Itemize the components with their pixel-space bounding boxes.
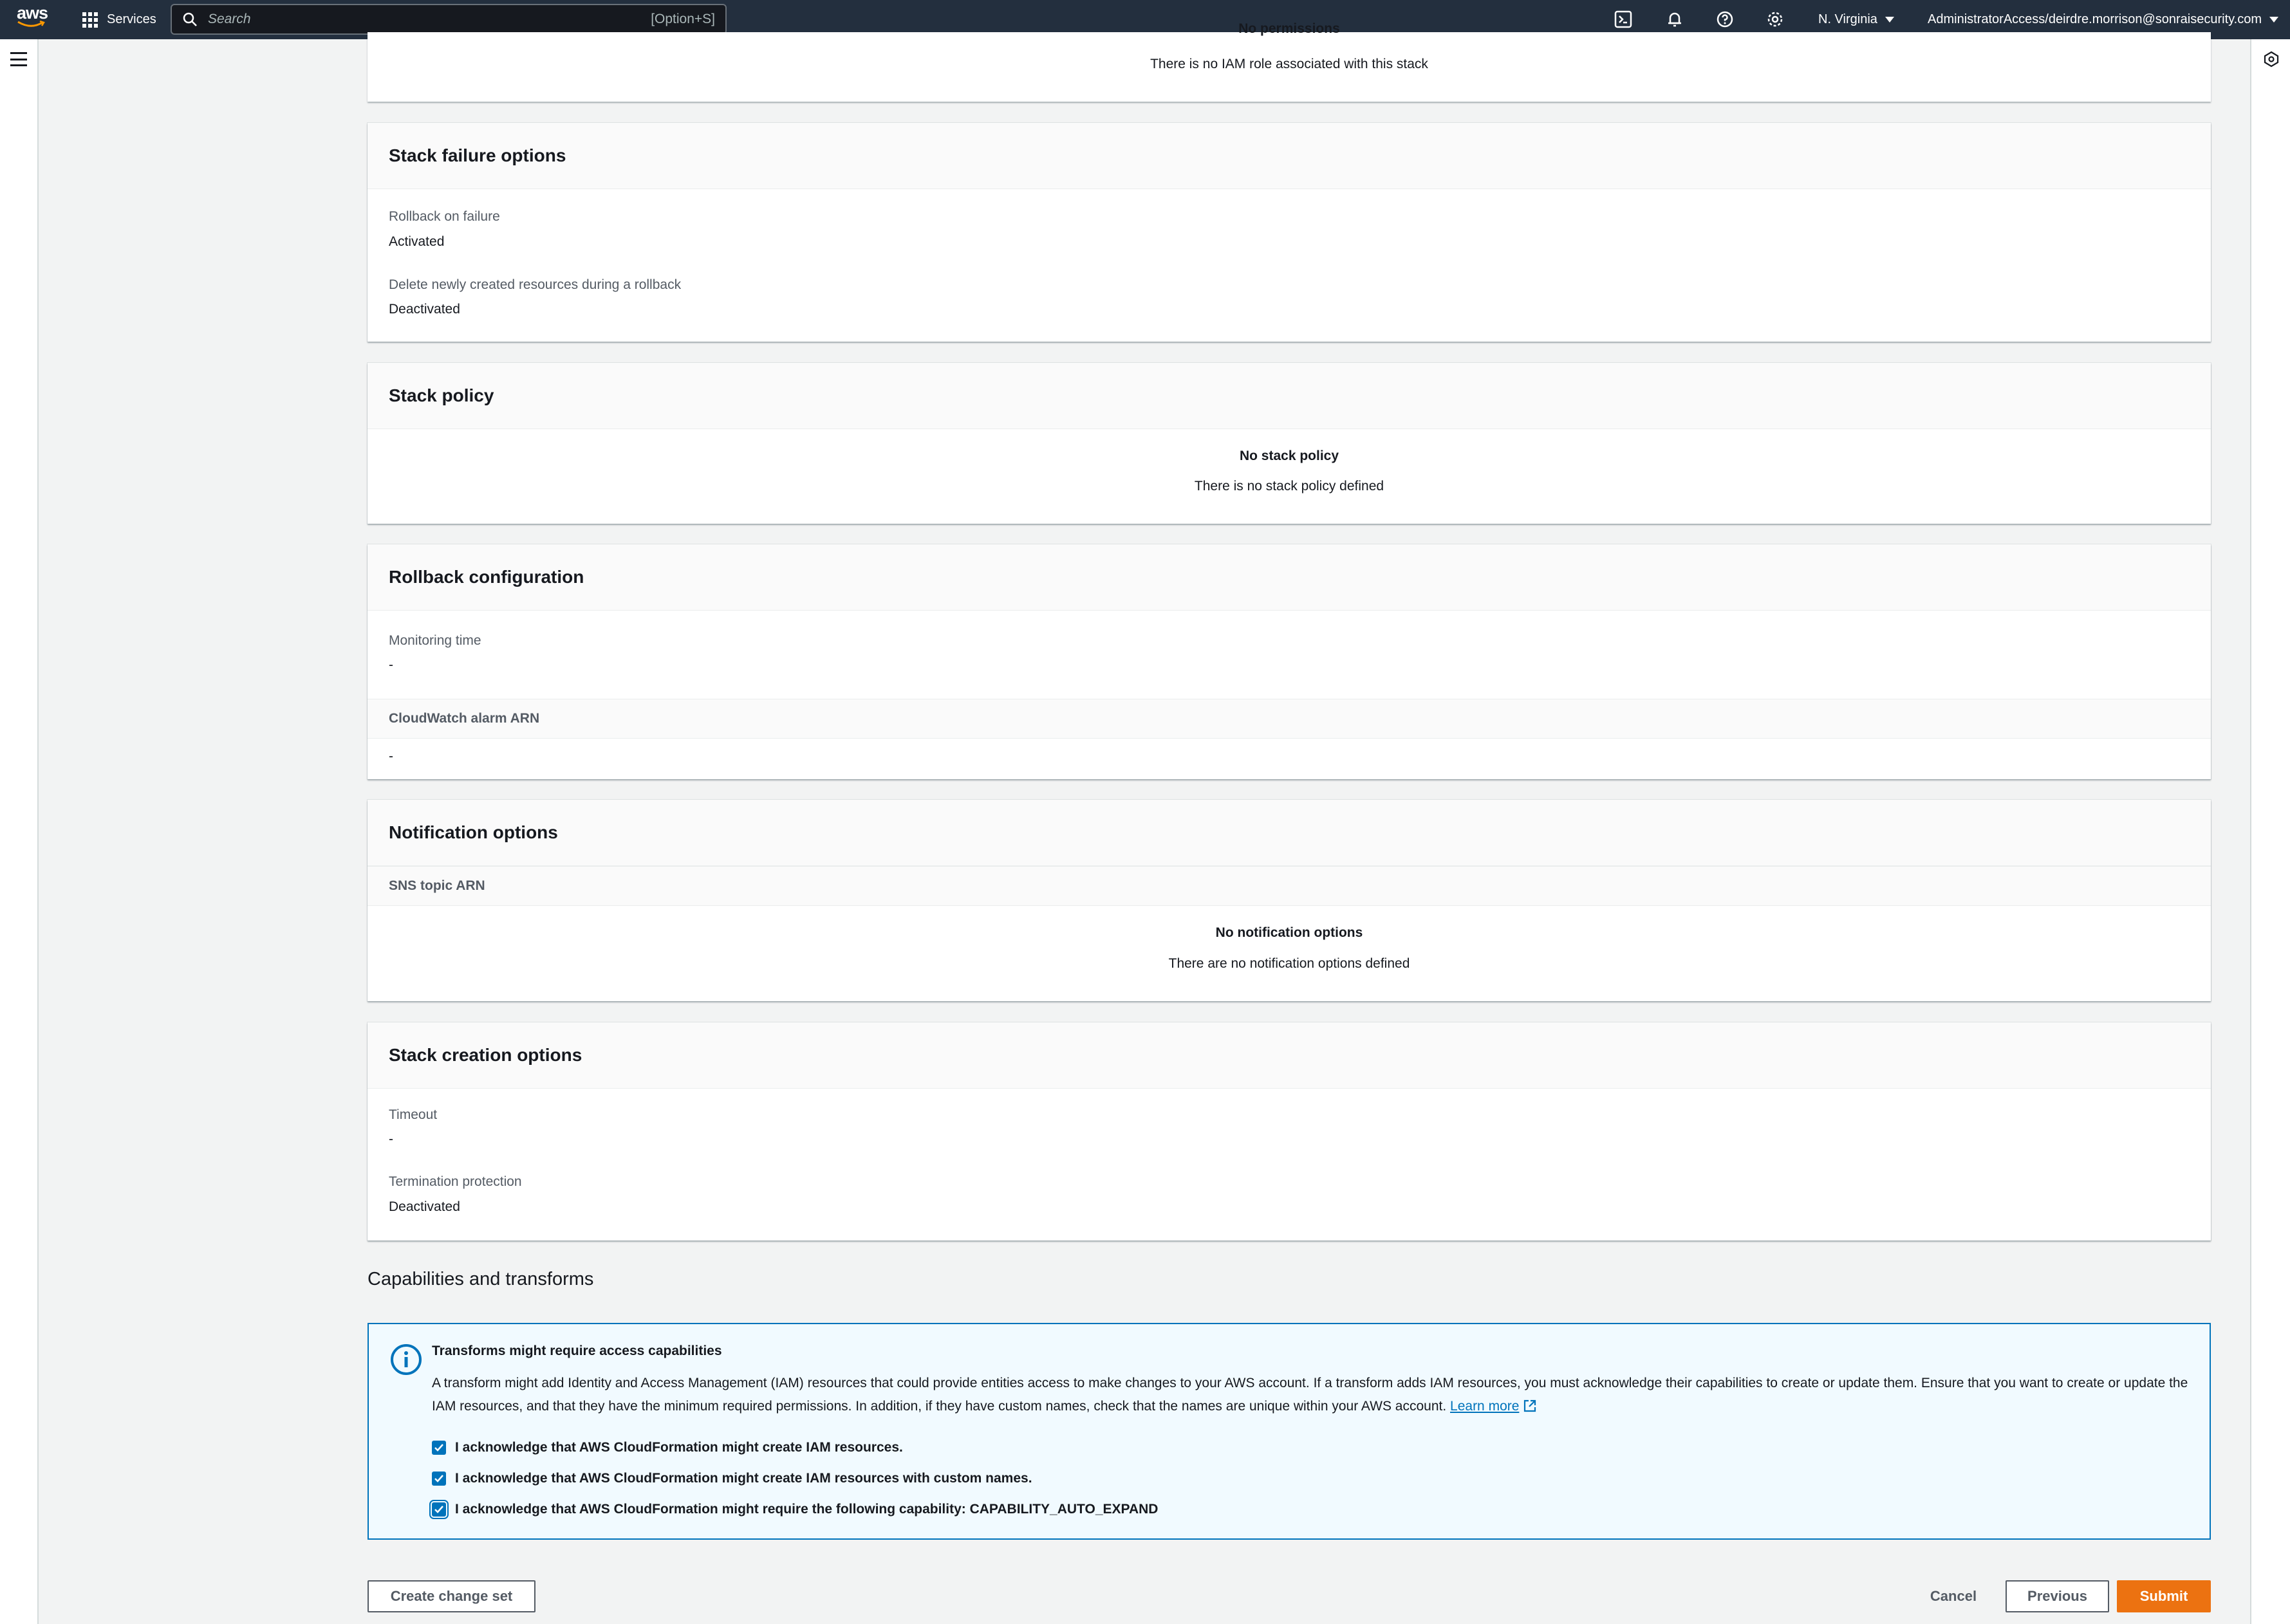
rollback-on-failure-value: Activated [389,234,445,249]
acknowledge-custom-names-row[interactable]: I acknowledge that AWS CloudFormation mi… [432,1471,1032,1486]
external-link-icon [1524,1399,1536,1412]
rollback-configuration-panel: Rollback configuration Monitoring time -… [368,544,2211,779]
panel-header: Stack failure options [368,123,2211,189]
checkmark-icon [434,1444,443,1452]
permissions-empty-text: There is no IAM role associated with thi… [1150,57,1428,71]
column-header-label: SNS topic ARN [389,878,485,893]
grid-icon [82,12,98,28]
notification-options-panel: Notification options SNS topic ARN No no… [368,800,2211,1001]
panel-header: Stack policy [368,363,2211,429]
monitoring-time-label: Monitoring time [389,633,481,648]
termination-protection-value: Deactivated [389,1199,460,1214]
search-icon [183,12,197,26]
panel-title: Stack policy [389,385,494,405]
checkmark-icon [434,1506,443,1513]
monitoring-time-value: - [389,658,393,672]
info-icon [391,1344,422,1375]
cloudwatch-alarm-column-header: CloudWatch alarm ARN [368,699,2211,739]
alert-body: A transform might add Identity and Acces… [432,1372,2189,1418]
delete-resources-label: Delete newly created resources during a … [389,277,682,292]
learn-more-label: Learn more [1450,1399,1520,1414]
permissions-empty-title: No permissions [1238,21,1340,36]
panel-header: Rollback configuration [368,544,2211,611]
learn-more-link[interactable]: Learn more [1450,1399,1537,1414]
acknowledge-auto-expand-row[interactable]: I acknowledge that AWS CloudFormation mi… [429,1500,1159,1519]
panel-header: Notification options [368,800,2211,866]
acknowledge-custom-names-checkbox[interactable] [432,1472,446,1486]
notification-empty-title: No notification options [1215,925,1363,940]
sns-topic-column-header: SNS topic ARN [368,866,2211,906]
timeout-value: - [389,1132,393,1147]
caret-down-icon [2269,17,2278,23]
termination-protection-label: Termination protection [389,1174,522,1189]
services-menu-button[interactable]: Services [82,0,156,39]
capabilities-info-alert: Transforms might require access capabili… [368,1323,2211,1540]
acknowledge-iam-checkbox[interactable] [432,1441,446,1455]
acknowledge-auto-expand-checkbox[interactable] [429,1500,449,1519]
alert-title: Transforms might require access capabili… [432,1343,722,1358]
cancel-button[interactable]: Cancel [1917,1580,1990,1612]
checkmark-icon [434,1475,443,1482]
previous-button[interactable]: Previous [2006,1580,2109,1612]
alert-body-text: A transform might add Identity and Acces… [432,1376,2188,1414]
acknowledge-auto-expand-label: I acknowledge that AWS CloudFormation mi… [455,1502,1159,1517]
stack-policy-panel: Stack policy No stack policy There is no… [368,363,2211,524]
column-header-label: CloudWatch alarm ARN [389,711,540,726]
stack-policy-empty-title: No stack policy [1239,448,1339,463]
acknowledge-iam-label: I acknowledge that AWS CloudFormation mi… [455,1440,903,1455]
panel-header: Stack creation options [368,1022,2211,1089]
panel-title: Rollback configuration [389,567,584,587]
panel-title: Stack failure options [389,145,566,165]
panel-title: Notification options [389,822,558,842]
notification-empty-text: There are no notification options define… [1168,956,1410,971]
services-label: Services [107,12,156,26]
delete-resources-value: Deactivated [389,302,460,317]
stack-creation-options-panel: Stack creation options Timeout - Termina… [368,1022,2211,1241]
stack-failure-options-panel: Stack failure options Rollback on failur… [368,123,2211,342]
timeout-label: Timeout [389,1107,438,1122]
right-tools-rail [2250,39,2290,1624]
aws-logo[interactable]: aws [17,5,49,33]
acknowledge-custom-names-label: I acknowledge that AWS CloudFormation mi… [455,1471,1032,1486]
acknowledge-iam-row[interactable]: I acknowledge that AWS CloudFormation mi… [432,1440,903,1455]
create-change-set-button[interactable]: Create change set [368,1580,535,1612]
stack-policy-empty-text: There is no stack policy defined [1194,479,1384,494]
cloudwatch-alarm-value: - [389,749,393,764]
capabilities-heading: Capabilities and transforms [368,1269,594,1289]
panel-title: Stack creation options [389,1045,582,1065]
info-panel-icon[interactable] [2263,51,2280,68]
submit-button[interactable]: Submit [2117,1580,2211,1612]
left-navigation-rail [0,39,39,1624]
permissions-panel: No permissions There is no IAM role asso… [368,21,2211,102]
rollback-on-failure-label: Rollback on failure [389,209,500,224]
menu-hamburger-icon[interactable] [10,52,27,66]
